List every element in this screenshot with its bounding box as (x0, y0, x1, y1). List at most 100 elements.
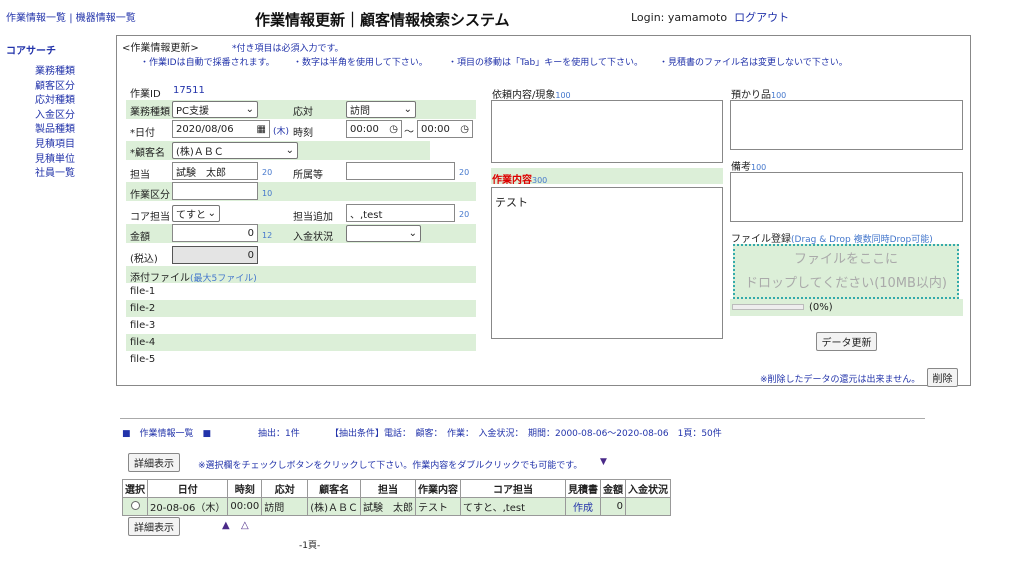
date-input[interactable]: 2020/08/06 ▦ (172, 120, 270, 138)
payment-label: 入金状況 (293, 232, 333, 243)
time-separator: ～ (404, 127, 414, 138)
remarks-hint: 100 (751, 163, 767, 172)
form-header-title: <作業情報更新> (122, 43, 199, 54)
clock-icon[interactable]: ◷ (389, 124, 398, 135)
col-customer: 顧客名 (307, 479, 362, 498)
page-title: 作業情報更新｜顧客情報検索システム (255, 11, 510, 29)
request-hint: 100 (555, 91, 571, 100)
work-content-hint: 300 (532, 176, 548, 185)
amount-hint: 12 (262, 231, 273, 240)
sidebar-item-payment-class[interactable]: 入金区分 (35, 109, 75, 124)
nav-device-list-link[interactable]: 機器情報一覧 (76, 13, 136, 24)
add-staff-hint: 20 (459, 210, 470, 219)
request-label: 依頼内容/現象100 (492, 86, 571, 101)
sidebar-item-response-type[interactable]: 応対種類 (35, 94, 75, 109)
sidebar-item-estimate-unit[interactable]: 見積単位 (35, 153, 75, 168)
response-label: 応対 (293, 107, 313, 118)
work-content-label-text: 作業内容 (492, 175, 532, 186)
response-select[interactable]: 訪問 ⌄ (346, 101, 416, 118)
file-4-label[interactable]: file-4 (130, 337, 155, 348)
sidebar-title[interactable]: コアサーチ (6, 42, 56, 57)
table-row[interactable]: 20-08-06（木） 00:00 訪問 (株)ＡＢＣ 試験 太郎 テスト てす… (122, 497, 672, 516)
row-bg-file2 (126, 300, 476, 317)
row-customer: (株)ＡＢＣ (307, 497, 362, 516)
time-label: 時刻 (293, 128, 313, 139)
deposit-hint: 100 (771, 91, 787, 100)
note-tab: ・項目の移動は「Tab」キーを使用して下さい。 (448, 58, 643, 68)
work-class-input[interactable] (172, 182, 258, 200)
file-5-label[interactable]: file-5 (130, 354, 155, 365)
customer-value: (株)ＡＢＣ (176, 147, 224, 158)
detail-button-bottom[interactable]: 詳細表示 (128, 517, 180, 536)
chevron-down-icon: ⌄ (403, 104, 412, 115)
row-amount: 0 (600, 497, 627, 516)
staff-input[interactable]: 試験 太郎 (172, 162, 258, 180)
add-staff-input[interactable]: 、,test (346, 204, 455, 222)
row-estimate-link[interactable]: 作成 (565, 497, 602, 516)
work-id-value: 17511 (173, 85, 205, 96)
core-staff-value: てすと (176, 210, 206, 221)
customer-select[interactable]: (株)ＡＢＣ ⌄ (172, 142, 298, 159)
delete-button[interactable]: 削除 (927, 368, 958, 387)
drop-line-2: ドロップしてください(10MB以内) (744, 276, 948, 291)
payment-select[interactable]: ⌄ (346, 225, 421, 242)
col-estimate: 見積書 (565, 479, 602, 498)
staff-hint: 20 (262, 168, 273, 177)
deposit-textarea[interactable] (730, 100, 963, 150)
clock-icon[interactable]: ◷ (460, 124, 469, 135)
top-nav: 作業情報一覧 | 機器情報一覧 (6, 9, 136, 24)
logout-link[interactable]: ログアウト (734, 11, 789, 24)
response-value: 訪問 (350, 106, 370, 117)
row-bg-file4 (126, 334, 476, 351)
work-content-label: 作業内容300 (492, 171, 547, 186)
chevron-down-icon: ⌄ (245, 104, 254, 115)
amount-input[interactable]: 0 (172, 224, 258, 242)
time-from-input[interactable]: 00:00 ◷ (346, 120, 402, 138)
sort-up-empty-icon[interactable]: △ (241, 520, 249, 531)
affiliation-input[interactable] (346, 162, 455, 180)
update-data-button[interactable]: データ更新 (816, 332, 877, 351)
file-3-label[interactable]: file-3 (130, 320, 155, 331)
detail-button-top[interactable]: 詳細表示 (128, 453, 180, 472)
sidebar-item-estimate-item[interactable]: 見積項目 (35, 138, 75, 153)
required-note: *付き項目は必須入力です。 (231, 44, 344, 54)
row-work-content[interactable]: テスト (415, 497, 462, 516)
sort-down-icon[interactable]: ▼ (600, 457, 607, 467)
login-user: Login: yamamoto (631, 11, 728, 24)
business-type-select[interactable]: PC支援 ⌄ (172, 101, 258, 118)
sidebar-item-business-type[interactable]: 業務種類 (35, 65, 75, 80)
note-id: ・作業IDは自動で採番されます。 (140, 58, 275, 68)
sidebar-item-product-type[interactable]: 製品種類 (35, 123, 75, 138)
form-header: <作業情報更新> *付き項目は必須入力です。 (122, 39, 344, 54)
date-value: 2020/08/06 (176, 123, 234, 135)
file-2-label[interactable]: file-2 (130, 303, 155, 314)
sidebar-item-customer-class[interactable]: 顧客区分 (35, 80, 75, 95)
file-reg-label: ファイル登録(Drag & Drop 複数同時Drop可能) (731, 230, 933, 245)
attach-label-text: 添付ファイル (130, 273, 190, 284)
sort-up-filled-icon[interactable]: ▲ (222, 520, 230, 531)
col-amount: 金額 (600, 479, 627, 498)
row-date: 20-08-06（木） (146, 497, 229, 516)
note-estimate: ・見積書のファイル名は変更しないで下さい。 (659, 58, 848, 68)
row-response: 訪問 (261, 497, 309, 516)
calendar-icon[interactable]: ▦ (257, 124, 266, 135)
time-to-value: 00:00 (421, 123, 450, 135)
section-divider (120, 418, 925, 419)
file-1-label[interactable]: file-1 (130, 286, 155, 297)
nav-work-list-link[interactable]: 作業情報一覧 (6, 13, 66, 24)
work-content-textarea[interactable]: テスト (491, 187, 723, 339)
row-select-radio[interactable] (130, 500, 140, 510)
tax-value: 0 (172, 246, 258, 264)
affiliation-label: 所属等 (293, 170, 323, 181)
col-core-staff: コア担当 (460, 479, 567, 498)
file-drop-zone[interactable]: ファイルをここに ドロップしてください(10MB以内) (733, 244, 959, 299)
sidebar-item-employee-list[interactable]: 社員一覧 (35, 167, 75, 182)
core-staff-select[interactable]: てすと ⌄ (172, 205, 220, 222)
remarks-textarea[interactable] (730, 172, 963, 222)
row-core-staff: てすと、,test (460, 497, 567, 516)
request-textarea[interactable] (491, 100, 723, 163)
time-to-input[interactable]: 00:00 ◷ (417, 120, 473, 138)
business-type-value: PC支援 (176, 106, 210, 117)
chevron-down-icon: ⌄ (207, 208, 216, 219)
table-header-row: 選択 日付 時刻 応対 顧客名 担当 作業内容 コア担当 見積書 金額 入金状況 (122, 479, 672, 498)
